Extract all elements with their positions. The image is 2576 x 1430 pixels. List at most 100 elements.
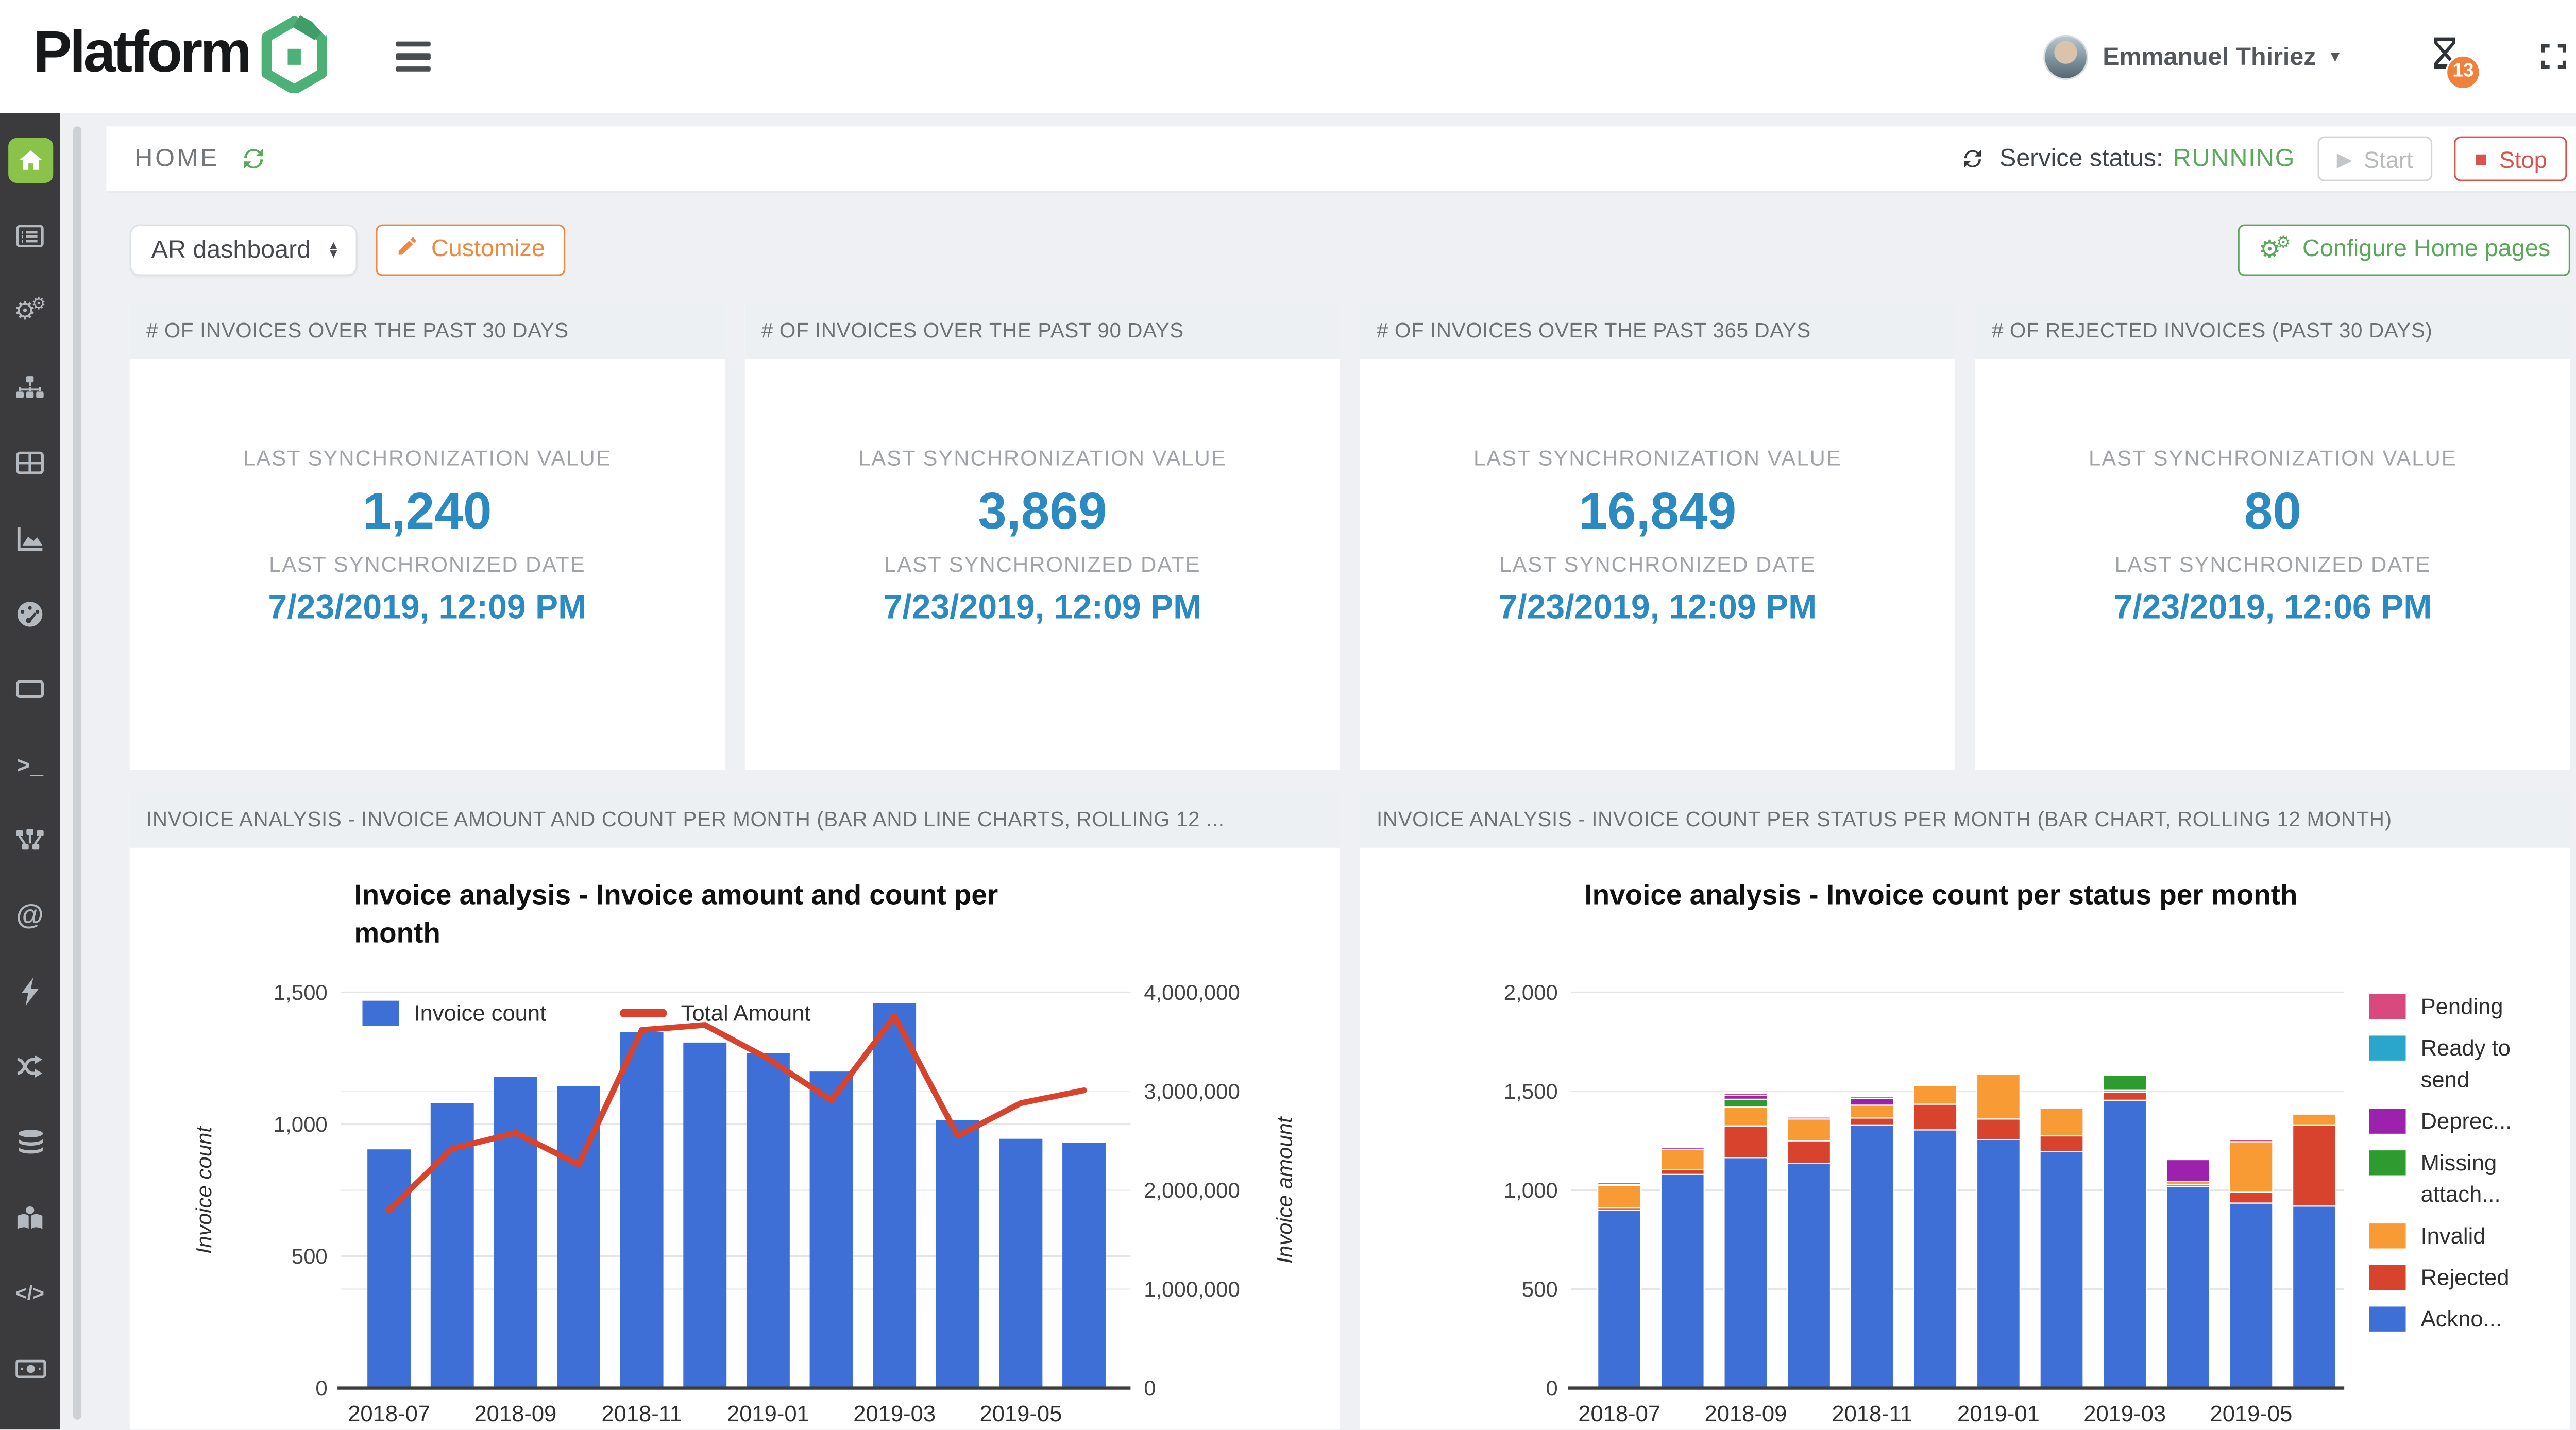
database-icon [16, 1129, 44, 1156]
legend-item: Pending [2369, 991, 2559, 1022]
sidebar-item-database[interactable] [16, 1127, 44, 1157]
sidebar-item-tables[interactable] [15, 448, 45, 478]
pending-tasks-button[interactable]: 13 [2429, 34, 2461, 79]
start-label: Start [2364, 145, 2413, 172]
svg-text:0: 0 [1546, 1376, 1557, 1400]
svg-text:0: 0 [315, 1376, 327, 1400]
sidebar-item-window[interactable] [15, 674, 45, 704]
sidebar-item-billing[interactable] [14, 1354, 45, 1384]
kpi-card-90-days: # OF INVOICES OVER THE PAST 90 DAYS LAST… [745, 304, 1340, 770]
svg-text:Invoice count: Invoice count [192, 1126, 216, 1254]
sidebar-item-forms[interactable] [15, 221, 45, 251]
header-right: Emmanuel Thiriez ▼ 13 [2043, 34, 2570, 79]
kpi-card-title: # OF INVOICES OVER THE PAST 365 DAYS [1360, 304, 1955, 359]
svg-text:2019-01: 2019-01 [1957, 1402, 2040, 1426]
chart-legend: PendingReady to sendDeprec...Missing att… [2369, 991, 2559, 1344]
legend-item: Invoice count [362, 1001, 546, 1026]
area-chart-icon [15, 525, 45, 552]
left-sidebar: ⚙⚙ [0, 113, 60, 1429]
svg-text:4,000,000: 4,000,000 [1144, 980, 1240, 1005]
sidebar-item-services[interactable]: ⚙⚙ [14, 297, 46, 327]
legend-label: Invalid [2421, 1220, 2554, 1252]
svg-text:2018-11: 2018-11 [601, 1402, 682, 1426]
configure-home-pages-button[interactable]: ⚙⚙ Configure Home pages [2239, 224, 2570, 275]
list-icon [15, 223, 45, 249]
invoice-status-panel: INVOICE ANALYSIS - INVOICE COUNT PER STA… [1360, 793, 2570, 1429]
pencil-icon [396, 234, 419, 264]
sidebar-scrollbar[interactable] [73, 126, 81, 1420]
logo-hexagon-6-icon [259, 12, 329, 100]
service-status-value: RUNNING [2173, 145, 2295, 173]
refresh-status-icon[interactable] [1960, 146, 1985, 171]
fullscreen-icon[interactable] [2537, 40, 2570, 73]
play-icon: ▶ [2337, 147, 2352, 171]
chart-title: Invoice analysis - Invoice amount and co… [354, 876, 1086, 952]
customize-button[interactable]: Customize [376, 224, 565, 275]
home-icon [16, 146, 44, 175]
svg-text:2018-09: 2018-09 [1704, 1402, 1787, 1426]
legend-label: Invoice count [414, 1001, 547, 1026]
legend-label: Rejected [2421, 1262, 2554, 1293]
kpi-date: 7/23/2019, 12:09 PM [745, 588, 1340, 628]
kpi-value: 16,849 [1360, 482, 1955, 542]
sidebar-item-triggers[interactable] [19, 976, 41, 1006]
sidebar-item-terminal[interactable]: >_ [16, 750, 43, 779]
kpi-date: 7/23/2019, 12:09 PM [1360, 588, 1955, 628]
service-status-group: Service status: RUNNING ▶ Start ■ Stop [1960, 137, 2567, 181]
legend-swatch [362, 1001, 399, 1026]
sidebar-item-charts[interactable] [15, 523, 45, 553]
svg-text:3,000,000: 3,000,000 [1144, 1079, 1240, 1103]
svg-text:2019-05: 2019-05 [2210, 1402, 2292, 1426]
kpi-value: 1,240 [130, 482, 725, 542]
svg-text:2,000: 2,000 [1504, 980, 1558, 1005]
svg-text:500: 500 [1522, 1277, 1558, 1301]
kpi-date-label: LAST SYNCHRONIZED DATE [1975, 552, 2570, 576]
kpi-value: 3,869 [745, 482, 1340, 542]
kpi-value-label: LAST SYNCHRONIZATION VALUE [1975, 446, 2570, 470]
kpi-value-label: LAST SYNCHRONIZATION VALUE [130, 446, 725, 470]
status-bar: HOME Service status: RUNNING ▶ [107, 126, 2576, 193]
banknote-icon [14, 1358, 45, 1380]
sidebar-item-workflow[interactable] [15, 825, 45, 855]
terminal-icon: >_ [16, 753, 43, 776]
legend-swatch [2369, 1223, 2406, 1248]
legend-item: Invalid [2369, 1220, 2559, 1252]
legend-swatch [2369, 994, 2406, 1019]
user-avatar[interactable] [2043, 34, 2088, 79]
legend-label: Pending [2421, 991, 2554, 1022]
sidebar-item-documentation[interactable] [15, 1203, 45, 1233]
user-name[interactable]: Emmanuel Thiriez [2103, 42, 2316, 71]
svg-text:Invoice amount: Invoice amount [1272, 1116, 1296, 1264]
kpi-date: 7/23/2019, 12:06 PM [1975, 588, 2570, 628]
svg-text:2018-07: 2018-07 [348, 1402, 430, 1426]
platform6-logo[interactable]: Platform [33, 12, 329, 100]
start-button[interactable]: ▶ Start [2317, 137, 2433, 181]
stop-button[interactable]: ■ Stop [2454, 137, 2567, 181]
svg-text:500: 500 [292, 1244, 328, 1268]
sidebar-item-dashboard[interactable] [15, 599, 45, 628]
legend-item: Total Amount [619, 1001, 810, 1026]
gears-icon: ⚙⚙ [2259, 235, 2291, 263]
sidebar-item-scripts[interactable]: </> [15, 1279, 44, 1308]
legend-item: Missing attach... [2369, 1147, 2559, 1211]
sidebar-item-email[interactable]: @ [16, 901, 43, 931]
legend-swatch [2369, 1109, 2406, 1133]
sidebar-item-home[interactable] [8, 138, 53, 183]
legend-swatch [2369, 1306, 2406, 1331]
dashboard-select[interactable]: AR dashboard ▲▼ [130, 224, 358, 275]
sidebar-item-sitemap[interactable] [15, 372, 45, 402]
chart-legend: Invoice count Total Amount [362, 1001, 810, 1026]
legend-label: Total Amount [681, 1001, 811, 1026]
refresh-page-icon[interactable] [240, 145, 268, 173]
hamburger-menu-icon[interactable] [396, 41, 431, 72]
notification-badge: 13 [2446, 54, 2481, 89]
code-icon: </> [15, 1283, 44, 1303]
svg-text:2019-03: 2019-03 [853, 1402, 936, 1426]
chart-panels-row: INVOICE ANALYSIS - INVOICE AMOUNT AND CO… [107, 793, 2576, 1429]
legend-swatch [619, 1010, 666, 1017]
legend-item: Ackno... [2369, 1303, 2559, 1335]
legend-label: Ready to send [2421, 1032, 2554, 1096]
sidebar-item-routes[interactable] [15, 1052, 45, 1082]
svg-text:0: 0 [1144, 1376, 1156, 1400]
legend-item: Rejected [2369, 1262, 2559, 1293]
